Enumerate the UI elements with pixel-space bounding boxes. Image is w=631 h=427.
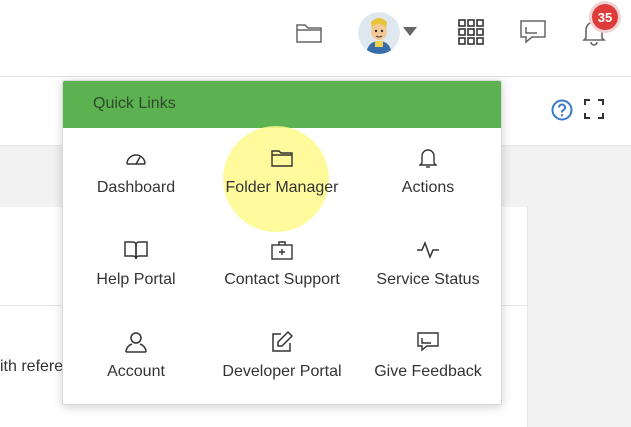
user-icon <box>124 330 148 354</box>
quick-link-label: Actions <box>401 179 455 196</box>
app-grid-icon[interactable] <box>456 17 486 47</box>
fullscreen-icon[interactable] <box>584 99 606 121</box>
user-avatar[interactable] <box>358 12 400 54</box>
book-icon <box>124 238 148 262</box>
quick-link-label: Developer Portal <box>222 363 342 380</box>
quick-link-contact-support[interactable]: Contact Support <box>209 220 355 312</box>
quick-link-label: Dashboard <box>96 179 176 196</box>
chat-icon <box>416 330 440 354</box>
quick-link-developer-portal[interactable]: Developer Portal <box>209 312 355 404</box>
content-text: ith refere <box>0 358 64 375</box>
notification-badge[interactable]: 35 <box>592 4 618 30</box>
gauge-icon <box>124 146 148 170</box>
quick-link-dashboard[interactable]: Dashboard <box>63 128 209 220</box>
quick-link-label: Contact Support <box>224 271 340 288</box>
bell-icon <box>416 146 440 170</box>
chevron-down-icon[interactable] <box>402 25 418 37</box>
pulse-icon <box>416 238 440 262</box>
quick-links-grid: Dashboard Folder Manager Actions Help Po… <box>63 128 501 404</box>
first-aid-icon <box>270 238 294 262</box>
quick-link-actions[interactable]: Actions <box>355 128 501 220</box>
folder-icon[interactable] <box>294 20 324 46</box>
top-header: 35 <box>0 0 631 77</box>
quick-link-help-portal[interactable]: Help Portal <box>63 220 209 312</box>
quick-link-folder-manager[interactable]: Folder Manager <box>209 128 355 220</box>
quick-link-service-status[interactable]: Service Status <box>355 220 501 312</box>
help-icon[interactable] <box>551 99 573 121</box>
quick-link-label: Folder Manager <box>225 179 339 196</box>
quick-links-title: Quick Links <box>93 95 176 112</box>
edit-icon <box>270 330 294 354</box>
quick-link-label: Give Feedback <box>374 363 482 380</box>
quick-link-label: Service Status <box>376 271 480 288</box>
quick-links-panel: Quick Links Dashboard Folder Manager Act… <box>62 80 502 405</box>
quick-link-label: Help Portal <box>96 271 176 288</box>
quick-link-give-feedback[interactable]: Give Feedback <box>355 312 501 404</box>
quick-link-label: Account <box>107 363 165 380</box>
folder-icon <box>270 146 294 170</box>
quick-link-account[interactable]: Account <box>63 312 209 404</box>
chat-icon[interactable] <box>518 17 548 47</box>
quick-links-header: Quick Links <box>63 81 501 128</box>
